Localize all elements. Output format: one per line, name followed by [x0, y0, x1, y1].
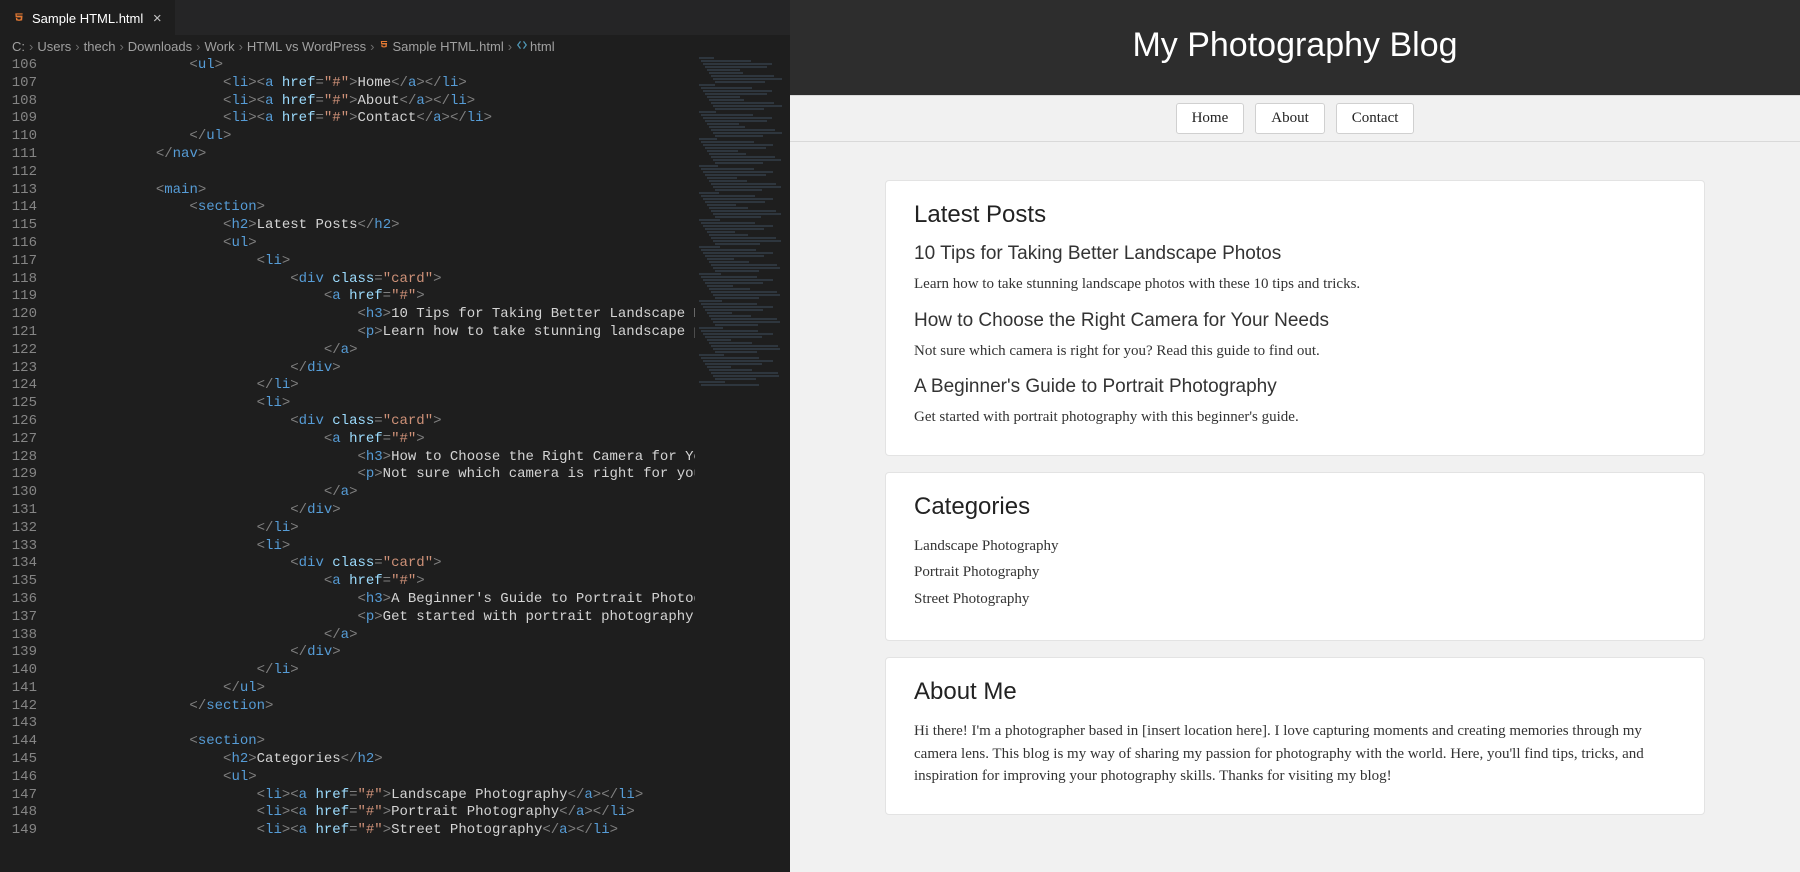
- code-line[interactable]: <li><a href="#">Home</a></li>: [55, 75, 790, 93]
- chevron-right-icon: ›: [508, 39, 512, 54]
- category-item[interactable]: Street Photography: [914, 588, 1676, 611]
- html-file-icon: [12, 11, 26, 25]
- breadcrumb-item[interactable]: html: [516, 39, 555, 54]
- chevron-right-icon: ›: [370, 39, 374, 54]
- breadcrumb-item[interactable]: HTML vs WordPress: [247, 39, 366, 54]
- about-heading: About Me: [914, 678, 1676, 706]
- code-line[interactable]: <a href="#">: [55, 573, 790, 591]
- code-line[interactable]: </a>: [55, 627, 790, 645]
- code-line[interactable]: </nav>: [55, 146, 790, 164]
- post-excerpt: Learn how to take stunning landscape pho…: [914, 273, 1676, 296]
- code-line[interactable]: <h2>Categories</h2>: [55, 751, 790, 769]
- code-line[interactable]: <p>Not sure which camera is right for yo…: [55, 466, 790, 484]
- code-element-icon: [516, 39, 528, 51]
- code-line[interactable]: </ul>: [55, 128, 790, 146]
- code-line[interactable]: [55, 164, 790, 182]
- category-item[interactable]: Portrait Photography: [914, 561, 1676, 584]
- code-line[interactable]: </div>: [55, 502, 790, 520]
- preview-pane[interactable]: My Photography Blog Home About Contact Lat…: [790, 0, 1800, 872]
- code-line[interactable]: <ul>: [55, 57, 790, 75]
- latest-posts-card: Latest Posts 10 Tips for Taking Better L…: [885, 180, 1705, 456]
- code-line[interactable]: </ul>: [55, 680, 790, 698]
- code-line[interactable]: <div class="card">: [55, 413, 790, 431]
- code-line[interactable]: <main>: [55, 182, 790, 200]
- editor-tab-bar: Sample HTML.html ×: [0, 0, 790, 35]
- breadcrumb-item[interactable]: Sample HTML.html: [378, 39, 503, 54]
- code-line[interactable]: <h2>Latest Posts</h2>: [55, 217, 790, 235]
- chevron-right-icon: ›: [239, 39, 243, 54]
- code-line[interactable]: </li>: [55, 377, 790, 395]
- code-line[interactable]: <div class="card">: [55, 555, 790, 573]
- code-editor-pane: Sample HTML.html × C:›Users›thech›Downlo…: [0, 0, 790, 872]
- post-title[interactable]: 10 Tips for Taking Better Landscape Phot…: [914, 243, 1676, 265]
- code-line[interactable]: <p>Get started with portrait photography…: [55, 609, 790, 627]
- post-excerpt: Get started with portrait photography wi…: [914, 406, 1676, 429]
- code-line[interactable]: <h3>How to Choose the Right Camera for Y…: [55, 449, 790, 467]
- code-line[interactable]: <ul>: [55, 769, 790, 787]
- breadcrumb-item[interactable]: Work: [204, 39, 234, 54]
- breadcrumb-item[interactable]: C:: [12, 39, 25, 54]
- blog-body: Latest Posts 10 Tips for Taking Better L…: [790, 142, 1800, 871]
- code-line[interactable]: <li>: [55, 538, 790, 556]
- post-title[interactable]: How to Choose the Right Camera for Your …: [914, 310, 1676, 332]
- line-number-gutter: 1061071081091101111121131141151161171181…: [0, 57, 55, 872]
- code-line[interactable]: <section>: [55, 733, 790, 751]
- code-line[interactable]: </section>: [55, 698, 790, 716]
- code-line[interactable]: </div>: [55, 644, 790, 662]
- blog-title: My Photography Blog: [790, 26, 1800, 65]
- nav-about-button[interactable]: About: [1255, 103, 1325, 134]
- category-item[interactable]: Landscape Photography: [914, 535, 1676, 558]
- breadcrumb-item[interactable]: Users: [37, 39, 71, 54]
- code-line[interactable]: </a>: [55, 342, 790, 360]
- code-line[interactable]: </li>: [55, 662, 790, 680]
- post-title[interactable]: A Beginner's Guide to Portrait Photograp…: [914, 376, 1676, 398]
- categories-card: Categories Landscape Photography Portrait…: [885, 472, 1705, 642]
- blog-header: My Photography Blog: [790, 0, 1800, 95]
- code-line[interactable]: <li><a href="#">About</a></li>: [55, 93, 790, 111]
- code-line[interactable]: <li>: [55, 395, 790, 413]
- nav-home-button[interactable]: Home: [1176, 103, 1245, 134]
- chevron-right-icon: ›: [75, 39, 79, 54]
- minimap[interactable]: [695, 57, 790, 872]
- code-line[interactable]: </a>: [55, 484, 790, 502]
- code-line[interactable]: <ul>: [55, 235, 790, 253]
- code-line[interactable]: <a href="#">: [55, 431, 790, 449]
- post-excerpt: Not sure which camera is right for you? …: [914, 340, 1676, 363]
- code-line[interactable]: <li><a href="#">Portrait Photography</a>…: [55, 804, 790, 822]
- code-line[interactable]: [55, 715, 790, 733]
- about-body: Hi there! I'm a photographer based in [i…: [914, 720, 1676, 788]
- editor-tab[interactable]: Sample HTML.html ×: [0, 0, 175, 35]
- code-area[interactable]: 1061071081091101111121131141151161171181…: [0, 57, 790, 872]
- latest-posts-heading: Latest Posts: [914, 201, 1676, 229]
- categories-heading: Categories: [914, 493, 1676, 521]
- code-line[interactable]: <li><a href="#">Contact</a></li>: [55, 110, 790, 128]
- breadcrumb-item[interactable]: thech: [84, 39, 116, 54]
- breadcrumb-item[interactable]: Downloads: [128, 39, 192, 54]
- code-content[interactable]: <ul> <li><a href="#">Home</a></li> <li><…: [55, 57, 790, 872]
- html-file-icon: [378, 39, 390, 51]
- chevron-right-icon: ›: [196, 39, 200, 54]
- code-line[interactable]: <div class="card">: [55, 271, 790, 289]
- code-line[interactable]: <li>: [55, 253, 790, 271]
- editor-tab-title: Sample HTML.html: [32, 11, 143, 26]
- blog-nav: Home About Contact: [790, 95, 1800, 142]
- code-line[interactable]: <h3>10 Tips for Taking Better Landscape …: [55, 306, 790, 324]
- categories-list: Landscape Photography Portrait Photograph…: [914, 535, 1676, 611]
- code-line[interactable]: <li><a href="#">Street Photography</a></…: [55, 822, 790, 840]
- posts-list: 10 Tips for Taking Better Landscape Phot…: [914, 243, 1676, 429]
- chevron-right-icon: ›: [119, 39, 123, 54]
- about-card: About Me Hi there! I'm a photographer ba…: [885, 657, 1705, 815]
- code-line[interactable]: </div>: [55, 360, 790, 378]
- code-line[interactable]: <p>Learn how to take stunning landscape …: [55, 324, 790, 342]
- code-line[interactable]: <section>: [55, 199, 790, 217]
- code-line[interactable]: <li><a href="#">Landscape Photography</a…: [55, 787, 790, 805]
- breadcrumb[interactable]: C:›Users›thech›Downloads›Work›HTML vs Wo…: [0, 35, 790, 57]
- close-icon[interactable]: ×: [149, 10, 165, 27]
- code-line[interactable]: <a href="#">: [55, 288, 790, 306]
- code-line[interactable]: <h3>A Beginner's Guide to Portrait Photo…: [55, 591, 790, 609]
- code-line[interactable]: </li>: [55, 520, 790, 538]
- nav-contact-button[interactable]: Contact: [1336, 103, 1415, 134]
- chevron-right-icon: ›: [29, 39, 33, 54]
